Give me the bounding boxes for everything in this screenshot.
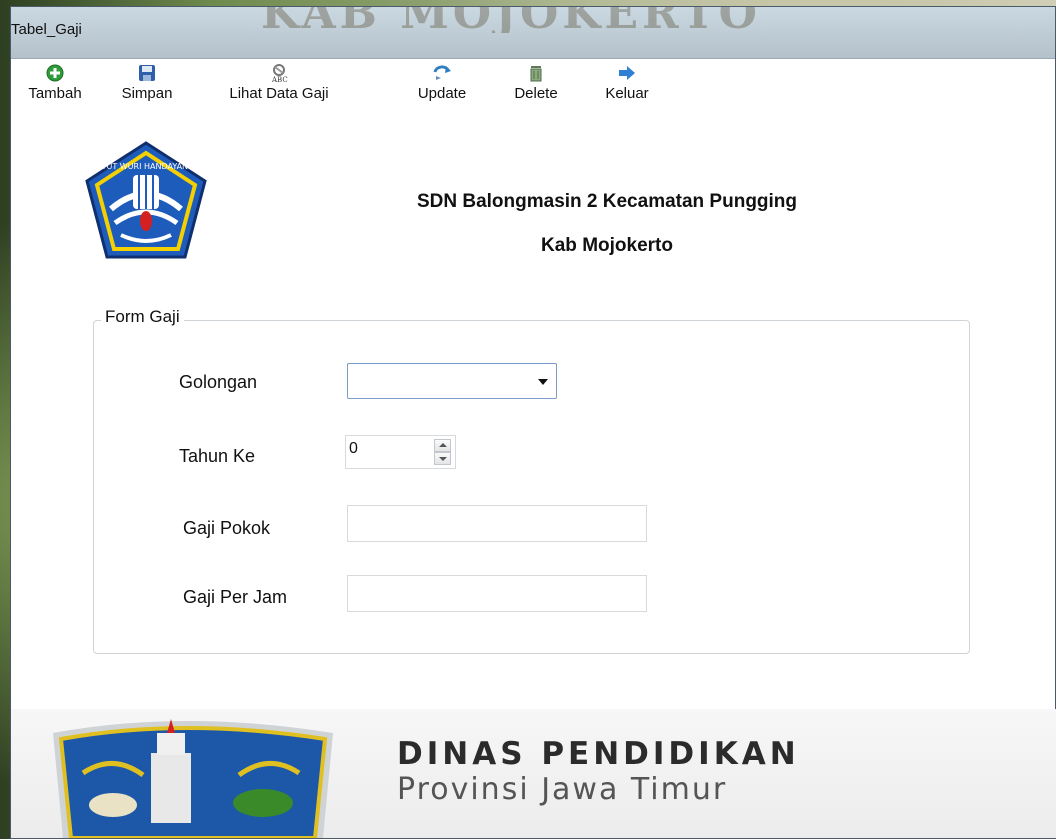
delete-icon bbox=[530, 66, 542, 82]
window-title: Tabel_Gaji bbox=[11, 21, 82, 38]
chevron-down-icon[interactable] bbox=[538, 379, 548, 385]
add-button[interactable]: Tambah bbox=[17, 63, 93, 109]
gaji-pokok-input[interactable] bbox=[347, 505, 647, 542]
tahun-ke-value: 0 bbox=[349, 440, 358, 457]
arrow-down-icon bbox=[439, 457, 447, 461]
delete-button-label: Delete bbox=[514, 85, 558, 102]
gaji-per-jam-label: Gaji Per Jam bbox=[183, 587, 288, 607]
banner-title: DINAS PENDIDIKAN bbox=[397, 736, 800, 772]
toolbar: Tambah Simpan ABC Lihat Data Gaji Update… bbox=[11, 59, 1055, 111]
save-button-label: Simpan bbox=[121, 85, 173, 102]
update-icon bbox=[433, 65, 451, 80]
delete-button[interactable]: Delete bbox=[505, 63, 567, 109]
exit-button-label: Keluar bbox=[605, 85, 649, 102]
golongan-label: Golongan bbox=[179, 372, 258, 392]
view-data-button-label: Lihat Data Gaji bbox=[229, 85, 329, 102]
tahun-ke-label: Tahun Ke bbox=[179, 446, 256, 466]
svg-text:ABC: ABC bbox=[271, 76, 288, 83]
view-data-button[interactable]: ABC Lihat Data Gaji bbox=[205, 63, 353, 109]
golongan-dropdown[interactable] bbox=[347, 363, 557, 399]
add-button-label: Tambah bbox=[28, 85, 82, 102]
update-button-label: Update bbox=[417, 85, 467, 102]
view-data-icon: ABC bbox=[271, 64, 288, 83]
exit-button[interactable]: Keluar bbox=[595, 63, 659, 109]
form-gaji-group-title: Form Gaji bbox=[101, 307, 184, 327]
regency-heading: Kab Mojokerto bbox=[541, 235, 673, 256]
logo-motto: TUT WURI HANDAYANI bbox=[101, 162, 191, 171]
form-client-area: Tambah Simpan ABC Lihat Data Gaji Update… bbox=[11, 59, 1056, 838]
app-window: KAB MOJOKERTO Tabel_Gaji Tambah Simpan A… bbox=[10, 6, 1056, 839]
exit-arrow-icon bbox=[619, 66, 635, 80]
stepper-buttons bbox=[434, 439, 451, 465]
title-bar-wordmark: KAB MOJOKERTO bbox=[261, 7, 761, 33]
gaji-pokok-label: Gaji Pokok bbox=[183, 518, 271, 538]
stepper-up-button[interactable] bbox=[434, 439, 451, 452]
dinas-pendidikan-banner: DINAS PENDIDIKAN Provinsi Jawa Timur bbox=[11, 709, 1056, 838]
banner-subtitle: Provinsi Jawa Timur bbox=[397, 772, 728, 807]
east-java-emblem bbox=[53, 719, 333, 838]
gaji-per-jam-input[interactable] bbox=[347, 575, 647, 612]
save-button[interactable]: Simpan bbox=[109, 63, 185, 109]
title-bar[interactable]: KAB MOJOKERTO Tabel_Gaji bbox=[11, 7, 1055, 59]
arrow-up-icon bbox=[439, 443, 447, 447]
stepper-down-button[interactable] bbox=[434, 452, 451, 465]
save-icon bbox=[139, 65, 155, 81]
school-name-heading: SDN Balongmasin 2 Kecamatan Pungging bbox=[416, 191, 798, 212]
update-button[interactable]: Update bbox=[409, 63, 475, 109]
add-icon bbox=[46, 64, 64, 82]
tahun-ke-stepper[interactable]: 0 bbox=[345, 435, 456, 469]
